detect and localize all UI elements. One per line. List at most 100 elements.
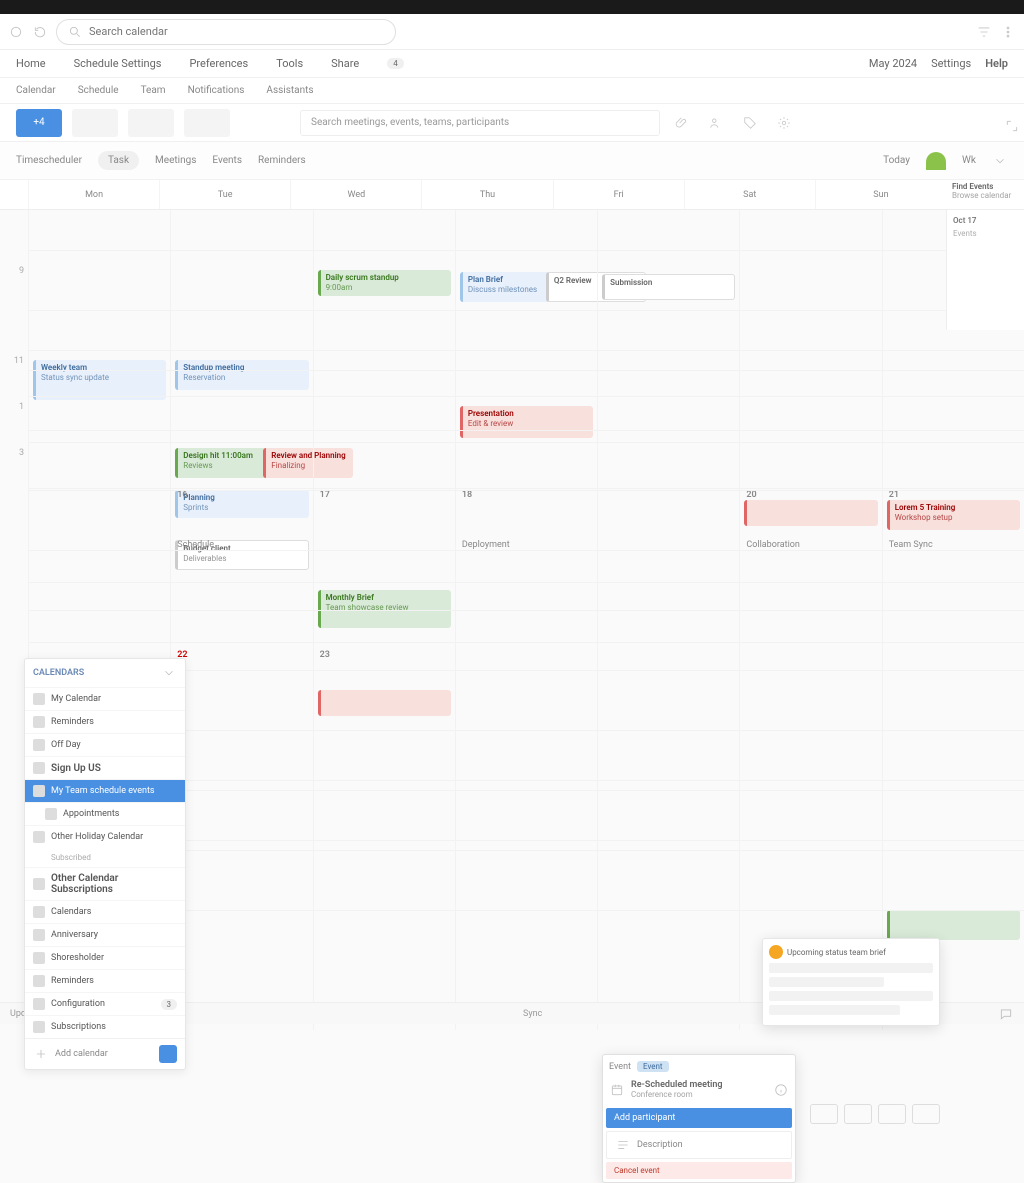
- right-info-pane: Oct 17Events: [946, 210, 1024, 330]
- day-header-sat[interactable]: Sat: [684, 180, 815, 209]
- create-button[interactable]: +4: [16, 109, 62, 137]
- calendar-list-item[interactable]: Off Day: [25, 733, 185, 756]
- popup-type-label: Event: [609, 1062, 631, 1072]
- day-col-5[interactable]: Collaboration20: [739, 210, 881, 1030]
- hour-line: [28, 250, 1024, 251]
- calendar-list-item[interactable]: My Team schedule events: [25, 779, 185, 802]
- day-header-fri[interactable]: Fri: [553, 180, 684, 209]
- tab-calendar[interactable]: Calendar: [16, 85, 56, 96]
- calendar-event[interactable]: Weekly teamStatus sync update: [33, 360, 166, 400]
- calendar-list-item[interactable]: Shoresholder: [25, 946, 185, 969]
- day-header-tue[interactable]: Tue: [159, 180, 290, 209]
- action-btn-2[interactable]: [844, 1104, 872, 1124]
- cancel-event-button[interactable]: Cancel event: [606, 1162, 792, 1179]
- calendar-event[interactable]: [887, 910, 1020, 940]
- calendars-panel: CALENDARS My CalendarRemindersOff DaySig…: [24, 658, 186, 1070]
- calendar-event[interactable]: Daily scrum standup9:00am: [318, 270, 451, 296]
- top-toolbar: [0, 14, 1024, 50]
- action-btn-1[interactable]: [810, 1104, 838, 1124]
- calendar-event[interactable]: [744, 500, 877, 526]
- calendar-list-item[interactable]: My Calendar: [25, 687, 185, 710]
- filter-reminders[interactable]: Reminders: [258, 155, 306, 166]
- day-header-wed[interactable]: Wed: [290, 180, 421, 209]
- view-chip-1[interactable]: [72, 109, 118, 137]
- calendar-event[interactable]: Lorem 5 TrainingWorkshop setup: [887, 500, 1020, 530]
- attach-icon[interactable]: [670, 111, 694, 135]
- more-icon[interactable]: [1000, 24, 1016, 40]
- day-header-mon[interactable]: Mon: [28, 180, 159, 209]
- event-preview-card: Upcoming status team brief: [762, 938, 940, 1026]
- tab-team[interactable]: Team: [141, 85, 166, 96]
- refresh-icon[interactable]: [32, 24, 48, 40]
- filter-icon[interactable]: [976, 24, 992, 40]
- week-button[interactable]: Wk: [962, 155, 976, 166]
- calendar-list-item[interactable]: Reminders: [25, 969, 185, 992]
- menu-schedule[interactable]: Schedule Settings: [74, 57, 162, 70]
- day-col-3[interactable]: Plan BriefDiscuss milestonesQ2 ReviewPre…: [455, 210, 597, 1030]
- add-calendar-button[interactable]: [159, 1045, 177, 1063]
- people-icon[interactable]: [704, 111, 728, 135]
- calendar-list-item[interactable]: Sign Up US: [25, 756, 185, 779]
- calendar-list-item[interactable]: Appointments: [25, 802, 185, 825]
- dropdown-icon[interactable]: [992, 153, 1008, 169]
- description-input[interactable]: Description: [606, 1131, 792, 1159]
- filter-task[interactable]: Task: [98, 151, 139, 170]
- status-pill: [926, 152, 946, 170]
- panel-collapse-icon[interactable]: [161, 665, 177, 681]
- view-chip-3[interactable]: [184, 109, 230, 137]
- menu-tools[interactable]: Tools: [276, 57, 303, 70]
- day-header-sun[interactable]: Sun: [815, 180, 946, 209]
- add-participant-button[interactable]: Add participant: [606, 1108, 792, 1128]
- day-header-thu[interactable]: Thu: [421, 180, 552, 209]
- calendar-list-item[interactable]: Anniversary: [25, 923, 185, 946]
- action-btn-4[interactable]: [912, 1104, 940, 1124]
- sidebar-header-sub: Browse calendar: [952, 191, 1018, 200]
- calendar-event[interactable]: [318, 690, 451, 716]
- day-col-4[interactable]: Submission: [597, 210, 739, 1030]
- calendar-event[interactable]: Submission: [602, 274, 735, 300]
- calendar-list-item[interactable]: Calendars: [25, 900, 185, 923]
- tab-schedule[interactable]: Schedule: [78, 85, 119, 96]
- action-row: +4 Search meetings, events, teams, parti…: [0, 104, 1024, 142]
- search-input[interactable]: [89, 25, 385, 38]
- preview-line: [769, 991, 933, 1001]
- chat-icon[interactable]: [998, 1006, 1014, 1022]
- tab-assistants[interactable]: Assistants: [266, 85, 313, 96]
- calendar-list-item[interactable]: Subscriptions: [25, 1015, 185, 1038]
- calendar-list-item[interactable]: Other Calendar Subscriptions: [25, 867, 185, 900]
- day-number: 16: [177, 490, 187, 500]
- tab-notifications[interactable]: Notifications: [188, 85, 245, 96]
- info-icon[interactable]: [773, 1082, 789, 1098]
- filter-meetings[interactable]: Meetings: [155, 155, 196, 166]
- view-chip-2[interactable]: [128, 109, 174, 137]
- day-col-2[interactable]: Daily scrum standup9:00am Monthly BriefTe…: [313, 210, 455, 1030]
- calendar-event[interactable]: Monthly BriefTeam showcase review: [318, 590, 451, 628]
- panel-title: CALENDARS: [33, 668, 84, 678]
- filter-events[interactable]: Events: [212, 155, 242, 166]
- action-btn-3[interactable]: [878, 1104, 906, 1124]
- day-col-1[interactable]: Standup meetingReservationDesign hit 11:…: [170, 210, 312, 1030]
- menu-preferences[interactable]: Preferences: [189, 57, 248, 70]
- menu-help[interactable]: Help: [985, 57, 1008, 70]
- calendar-list-item[interactable]: Reminders: [25, 710, 185, 733]
- today-button[interactable]: Today: [883, 155, 910, 166]
- menu-share[interactable]: Share: [331, 57, 359, 70]
- menu-settings[interactable]: Settings: [931, 57, 971, 70]
- cell-label: Collaboration: [746, 540, 799, 550]
- event-search[interactable]: Search meetings, events, teams, particip…: [300, 110, 660, 136]
- calendar-list-item[interactable]: Configuration3: [25, 992, 185, 1015]
- calendar-event[interactable]: PresentationEdit & review: [460, 406, 593, 438]
- settings-icon[interactable]: [772, 111, 796, 135]
- calendar-icon: [609, 1082, 625, 1098]
- calendar-list-item[interactable]: Other Holiday Calendar: [25, 825, 185, 848]
- expand-icon[interactable]: [1004, 118, 1020, 134]
- menu-home[interactable]: Home: [16, 57, 46, 70]
- day-number: 17: [320, 490, 330, 500]
- sidebar-header-title: Find Events: [952, 182, 1018, 191]
- window-titlebar: [0, 0, 1024, 14]
- day-col-6[interactable]: Lorem 5 TrainingWorkshop setupTeam Sync2…: [882, 210, 1024, 1030]
- calendar-event[interactable]: Standup meetingReservation: [175, 360, 308, 390]
- global-search[interactable]: [56, 19, 396, 45]
- tag-icon[interactable]: [738, 111, 762, 135]
- calendar-event[interactable]: PlanningSprints: [175, 490, 308, 518]
